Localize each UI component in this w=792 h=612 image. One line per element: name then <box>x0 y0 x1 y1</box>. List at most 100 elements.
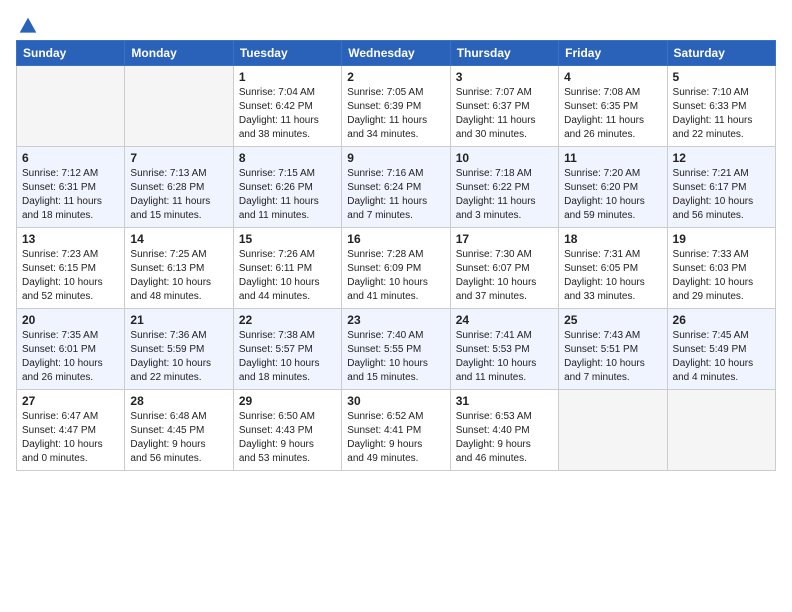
day-number: 25 <box>564 313 661 327</box>
day-info: Sunrise: 7:15 AM Sunset: 6:26 PM Dayligh… <box>239 167 336 223</box>
week-row-4: 20 Sunrise: 7:35 AM Sunset: 6:01 PM Dayli… <box>17 309 776 390</box>
day-cell: 8Sunrise: 7:15 AM Sunset: 6:26 PM Daylig… <box>233 147 341 228</box>
day-info: Sunrise: 6:47 AM Sunset: 4:47 PM Dayligh… <box>22 410 119 466</box>
day-info: Sunrise: 7:33 AM Sunset: 6:03 PM Dayligh… <box>673 248 770 304</box>
day-number: 10 <box>456 151 553 165</box>
day-number: 4 <box>564 70 661 84</box>
day-cell: 22Sunrise: 7:38 AM Sunset: 5:57 PM Dayli… <box>233 309 341 390</box>
day-number: 17 <box>456 232 553 246</box>
day-number: 26 <box>673 313 770 327</box>
day-number: 1 <box>239 70 336 84</box>
calendar-page: SundayMondayTuesdayWednesdayThursdayFrid… <box>0 0 792 612</box>
day-cell: 1 Sunrise: 7:04 AM Sunset: 6:42 PM Daylig… <box>233 66 341 147</box>
week-row-2: 6 Sunrise: 7:12 AM Sunset: 6:31 PM Daylig… <box>17 147 776 228</box>
day-info: Sunrise: 7:20 AM Sunset: 6:20 PM Dayligh… <box>564 167 661 223</box>
weekday-header-wednesday: Wednesday <box>342 41 450 66</box>
day-cell: 7 Sunrise: 7:13 AM Sunset: 6:28 PM Daylig… <box>125 147 233 228</box>
day-info: Sunrise: 7:05 AM Sunset: 6:39 PM Dayligh… <box>347 86 444 142</box>
weekday-header-tuesday: Tuesday <box>233 41 341 66</box>
day-number: 16 <box>347 232 444 246</box>
day-cell: 23 Sunrise: 7:40 AM Sunset: 5:55 PM Dayli… <box>342 309 450 390</box>
day-cell: 15Sunrise: 7:26 AM Sunset: 6:11 PM Dayli… <box>233 228 341 309</box>
day-cell <box>125 66 233 147</box>
day-cell: 29 Sunrise: 6:50 AM Sunset: 4:43 PM Dayli… <box>233 390 341 471</box>
day-number: 12 <box>673 151 770 165</box>
day-cell: 26 Sunrise: 7:45 AM Sunset: 5:49 PM Dayli… <box>667 309 775 390</box>
day-cell: 10 Sunrise: 7:18 AM Sunset: 6:22 PM Dayli… <box>450 147 558 228</box>
day-cell: 12 Sunrise: 7:21 AM Sunset: 6:17 PM Dayli… <box>667 147 775 228</box>
day-number: 24 <box>456 313 553 327</box>
day-info: Sunrise: 7:18 AM Sunset: 6:22 PM Dayligh… <box>456 167 553 223</box>
day-cell: 17 Sunrise: 7:30 AM Sunset: 6:07 PM Dayli… <box>450 228 558 309</box>
day-info: Sunrise: 7:45 AM Sunset: 5:49 PM Dayligh… <box>673 329 770 385</box>
day-info: Sunrise: 6:52 AM Sunset: 4:41 PM Dayligh… <box>347 410 444 466</box>
day-number: 5 <box>673 70 770 84</box>
day-cell: 19Sunrise: 7:33 AM Sunset: 6:03 PM Dayli… <box>667 228 775 309</box>
day-number: 11 <box>564 151 661 165</box>
day-number: 18 <box>564 232 661 246</box>
day-info: Sunrise: 7:41 AM Sunset: 5:53 PM Dayligh… <box>456 329 553 385</box>
logo <box>16 16 38 32</box>
day-number: 30 <box>347 394 444 408</box>
week-row-5: 27 Sunrise: 6:47 AM Sunset: 4:47 PM Dayli… <box>17 390 776 471</box>
day-cell: 24 Sunrise: 7:41 AM Sunset: 5:53 PM Dayli… <box>450 309 558 390</box>
day-number: 23 <box>347 313 444 327</box>
day-info: Sunrise: 7:36 AM Sunset: 5:59 PM Dayligh… <box>130 329 227 385</box>
day-number: 21 <box>130 313 227 327</box>
day-cell: 31Sunrise: 6:53 AM Sunset: 4:40 PM Dayli… <box>450 390 558 471</box>
day-info: Sunrise: 7:08 AM Sunset: 6:35 PM Dayligh… <box>564 86 661 142</box>
calendar-table: SundayMondayTuesdayWednesdayThursdayFrid… <box>16 40 776 471</box>
week-row-1: 1 Sunrise: 7:04 AM Sunset: 6:42 PM Daylig… <box>17 66 776 147</box>
day-info: Sunrise: 6:48 AM Sunset: 4:45 PM Dayligh… <box>130 410 227 466</box>
day-cell: 9 Sunrise: 7:16 AM Sunset: 6:24 PM Daylig… <box>342 147 450 228</box>
day-cell: 5 Sunrise: 7:10 AM Sunset: 6:33 PM Daylig… <box>667 66 775 147</box>
day-info: Sunrise: 6:50 AM Sunset: 4:43 PM Dayligh… <box>239 410 336 466</box>
day-info: Sunrise: 7:31 AM Sunset: 6:05 PM Dayligh… <box>564 248 661 304</box>
day-cell: 11 Sunrise: 7:20 AM Sunset: 6:20 PM Dayli… <box>559 147 667 228</box>
week-row-3: 13Sunrise: 7:23 AM Sunset: 6:15 PM Dayli… <box>17 228 776 309</box>
day-info: Sunrise: 7:30 AM Sunset: 6:07 PM Dayligh… <box>456 248 553 304</box>
day-info: Sunrise: 7:16 AM Sunset: 6:24 PM Dayligh… <box>347 167 444 223</box>
day-cell: 20 Sunrise: 7:35 AM Sunset: 6:01 PM Dayli… <box>17 309 125 390</box>
day-number: 28 <box>130 394 227 408</box>
weekday-header-sunday: Sunday <box>17 41 125 66</box>
day-info: Sunrise: 7:26 AM Sunset: 6:11 PM Dayligh… <box>239 248 336 304</box>
header <box>16 16 776 32</box>
day-number: 20 <box>22 313 119 327</box>
weekday-header-friday: Friday <box>559 41 667 66</box>
day-cell: 6 Sunrise: 7:12 AM Sunset: 6:31 PM Daylig… <box>17 147 125 228</box>
day-info: Sunrise: 7:04 AM Sunset: 6:42 PM Dayligh… <box>239 86 336 142</box>
weekday-header-monday: Monday <box>125 41 233 66</box>
day-info: Sunrise: 7:13 AM Sunset: 6:28 PM Dayligh… <box>130 167 227 223</box>
weekday-header-saturday: Saturday <box>667 41 775 66</box>
day-cell: 25 Sunrise: 7:43 AM Sunset: 5:51 PM Dayli… <box>559 309 667 390</box>
day-info: Sunrise: 6:53 AM Sunset: 4:40 PM Dayligh… <box>456 410 553 466</box>
day-cell <box>559 390 667 471</box>
day-info: Sunrise: 7:21 AM Sunset: 6:17 PM Dayligh… <box>673 167 770 223</box>
day-number: 27 <box>22 394 119 408</box>
day-info: Sunrise: 7:12 AM Sunset: 6:31 PM Dayligh… <box>22 167 119 223</box>
day-cell: 27 Sunrise: 6:47 AM Sunset: 4:47 PM Dayli… <box>17 390 125 471</box>
day-info: Sunrise: 7:38 AM Sunset: 5:57 PM Dayligh… <box>239 329 336 385</box>
day-info: Sunrise: 7:35 AM Sunset: 6:01 PM Dayligh… <box>22 329 119 385</box>
day-number: 7 <box>130 151 227 165</box>
logo-icon <box>18 16 38 36</box>
day-number: 9 <box>347 151 444 165</box>
day-number: 3 <box>456 70 553 84</box>
day-cell: 21 Sunrise: 7:36 AM Sunset: 5:59 PM Dayli… <box>125 309 233 390</box>
weekday-header-thursday: Thursday <box>450 41 558 66</box>
day-info: Sunrise: 7:07 AM Sunset: 6:37 PM Dayligh… <box>456 86 553 142</box>
day-cell: 28 Sunrise: 6:48 AM Sunset: 4:45 PM Dayli… <box>125 390 233 471</box>
day-info: Sunrise: 7:25 AM Sunset: 6:13 PM Dayligh… <box>130 248 227 304</box>
day-cell: 18 Sunrise: 7:31 AM Sunset: 6:05 PM Dayli… <box>559 228 667 309</box>
day-info: Sunrise: 7:10 AM Sunset: 6:33 PM Dayligh… <box>673 86 770 142</box>
day-cell: 4 Sunrise: 7:08 AM Sunset: 6:35 PM Daylig… <box>559 66 667 147</box>
day-number: 6 <box>22 151 119 165</box>
day-number: 2 <box>347 70 444 84</box>
day-cell: 30 Sunrise: 6:52 AM Sunset: 4:41 PM Dayli… <box>342 390 450 471</box>
day-number: 29 <box>239 394 336 408</box>
day-info: Sunrise: 7:40 AM Sunset: 5:55 PM Dayligh… <box>347 329 444 385</box>
day-cell: 3 Sunrise: 7:07 AM Sunset: 6:37 PM Daylig… <box>450 66 558 147</box>
day-info: Sunrise: 7:28 AM Sunset: 6:09 PM Dayligh… <box>347 248 444 304</box>
day-info: Sunrise: 7:43 AM Sunset: 5:51 PM Dayligh… <box>564 329 661 385</box>
